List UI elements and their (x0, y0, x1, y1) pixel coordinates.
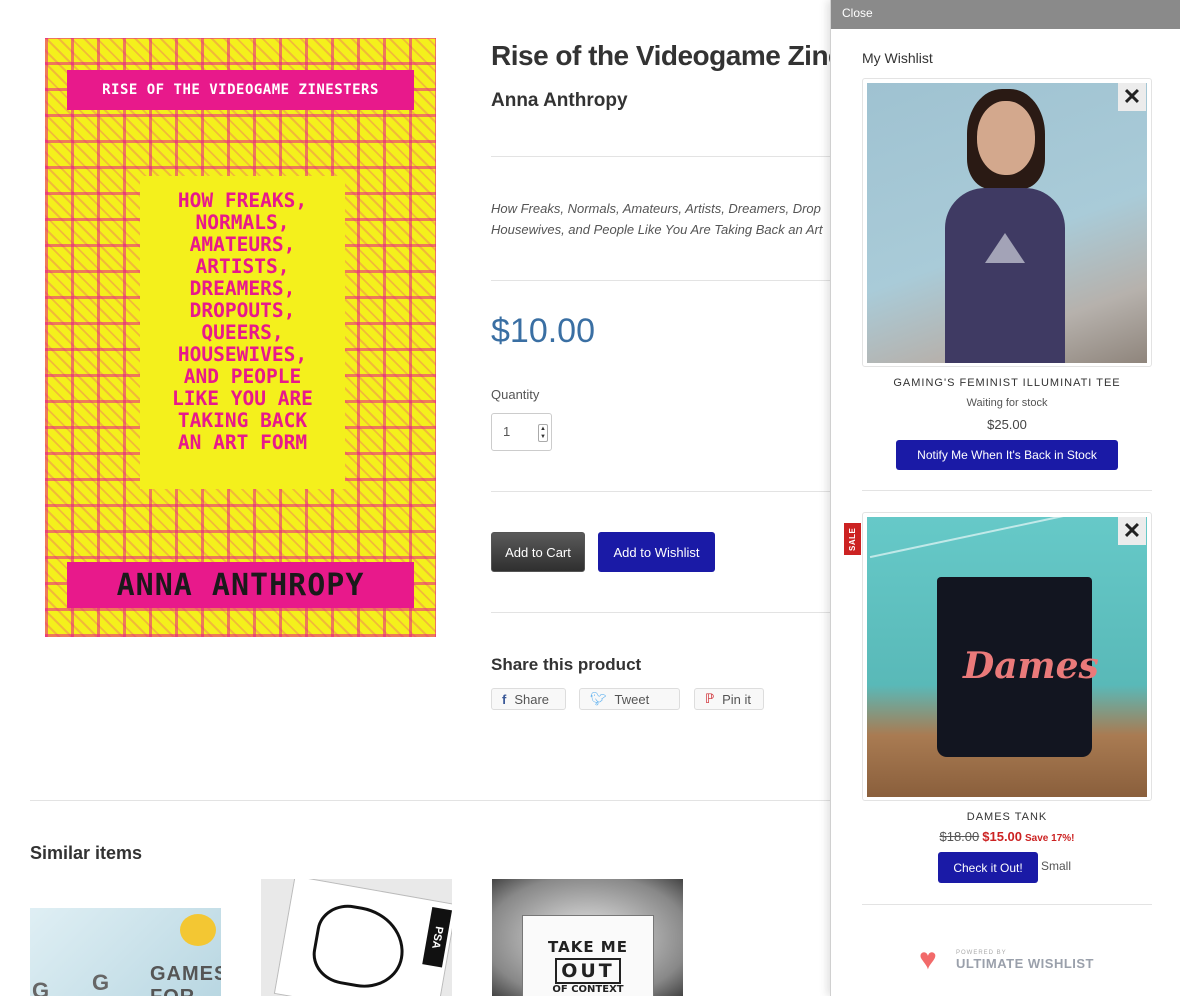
sale-badge: SALE (844, 523, 861, 555)
product-photo[interactable]: Dames (867, 517, 1147, 797)
thumb-text: OF CONTEXT (552, 984, 624, 995)
product-author: Anna Anthropy (491, 90, 628, 111)
similar-item-thumbnail[interactable]: PSA (261, 879, 452, 996)
thumb-text: GAMES FOR (150, 963, 221, 996)
product-photo[interactable] (867, 83, 1147, 363)
brand-name: ULTIMATE WISHLIST (956, 955, 1094, 971)
facebook-icon: f (502, 691, 507, 707)
tank-print-text: Dames (963, 645, 1099, 687)
product-price: $10.00 (491, 312, 595, 350)
heart-icon: ♥ (919, 943, 937, 976)
illuminati-print (985, 233, 1025, 263)
check-it-out-button[interactable]: Check it Out! (938, 852, 1038, 883)
pinterest-share-button[interactable]: ℙ Pin it (694, 688, 764, 710)
add-to-cart-button[interactable]: Add to Cart (491, 532, 585, 572)
wishlist-item-name[interactable]: DAMES TANK (862, 811, 1152, 823)
similar-items-heading: Similar items (30, 843, 143, 863)
sale-price: $15.00 (982, 829, 1023, 844)
illustration (308, 899, 411, 995)
cover-subtitle: HOW FREAKS, NORMALS, AMATEURS, ARTISTS, … (140, 176, 345, 489)
divider (862, 490, 1152, 491)
notify-back-in-stock-button[interactable]: Notify Me When It's Back in Stock (896, 440, 1118, 470)
wishlist-item-card: ✕ (862, 78, 1152, 367)
stock-status: Waiting for stock (966, 397, 1048, 409)
price-block: $18.00 $15.00 Save 17%! (862, 829, 1152, 844)
savings-text: Save 17%! (1025, 833, 1075, 844)
tweet-label: Tweet (614, 691, 650, 707)
thumb-text: OUT (555, 958, 621, 984)
wishlist-title: My Wishlist (862, 50, 933, 66)
similar-item-thumbnail[interactable]: G G GAMES FOR (30, 908, 221, 996)
pinterest-icon: ℙ (705, 691, 715, 706)
product-title: Rise of the Videogame Zinest (491, 40, 868, 71)
wishlist-drawer: Close My Wishlist ✕ GAMING'S FEMINIST IL… (830, 0, 1180, 996)
wishlist-item-price: $25.00 (987, 417, 1027, 432)
quantity-stepper[interactable]: 1 ▲ ▼ (491, 413, 552, 451)
share-label: Share (514, 691, 550, 707)
drawer-close-bar[interactable]: Close (831, 0, 1180, 29)
divider (862, 904, 1152, 905)
zine-cover: TAKE ME OUT OF CONTEXT (522, 915, 654, 996)
product-description: How Freaks, Normals, Amateurs, Artists, … (491, 201, 823, 237)
thumb-text: PSA (422, 906, 452, 968)
original-price: $18.00 (939, 829, 980, 844)
wishlist-item-card: Dames ✕ (862, 512, 1152, 801)
divider (491, 612, 831, 613)
section-divider (30, 800, 840, 801)
divider (491, 280, 831, 281)
quantity-label: Quantity (491, 387, 540, 402)
twitter-share-button[interactable]: 🐦︎ Tweet (579, 688, 680, 710)
spinner-arrows-icon[interactable]: ▲ ▼ (538, 424, 548, 442)
variant-label: Small (1041, 859, 1072, 873)
pin-label: Pin it (722, 691, 752, 707)
similar-item-thumbnail[interactable]: TAKE ME OUT OF CONTEXT (492, 879, 683, 996)
thumb-text: TAKE ME (548, 938, 628, 956)
divider (491, 156, 831, 157)
powered-by-logo[interactable]: ♥ POWERED BY ULTIMATE WISHLIST (919, 945, 1094, 975)
product-image[interactable]: RISE OF THE VIDEOGAME ZINESTERS HOW FREA… (45, 38, 436, 637)
twitter-icon: 🐦︎ (590, 691, 607, 706)
close-link[interactable]: Close (842, 6, 873, 20)
wishlist-item-name[interactable]: GAMING'S FEMINIST ILLUMINATI TEE (862, 377, 1152, 389)
cover-author: ANNA ANTHROPY (67, 562, 414, 608)
cover-title: RISE OF THE VIDEOGAME ZINESTERS (67, 70, 414, 110)
add-to-wishlist-button[interactable]: Add to Wishlist (598, 532, 715, 572)
remove-icon[interactable]: ✕ (1118, 517, 1146, 545)
divider (491, 491, 831, 492)
remove-icon[interactable]: ✕ (1118, 83, 1146, 111)
facebook-share-button[interactable]: f Share (491, 688, 566, 710)
share-heading: Share this product (491, 655, 642, 674)
thumb-decoration (180, 914, 216, 946)
quantity-value[interactable]: 1 (503, 424, 510, 439)
zine-page: PSA (273, 879, 452, 996)
